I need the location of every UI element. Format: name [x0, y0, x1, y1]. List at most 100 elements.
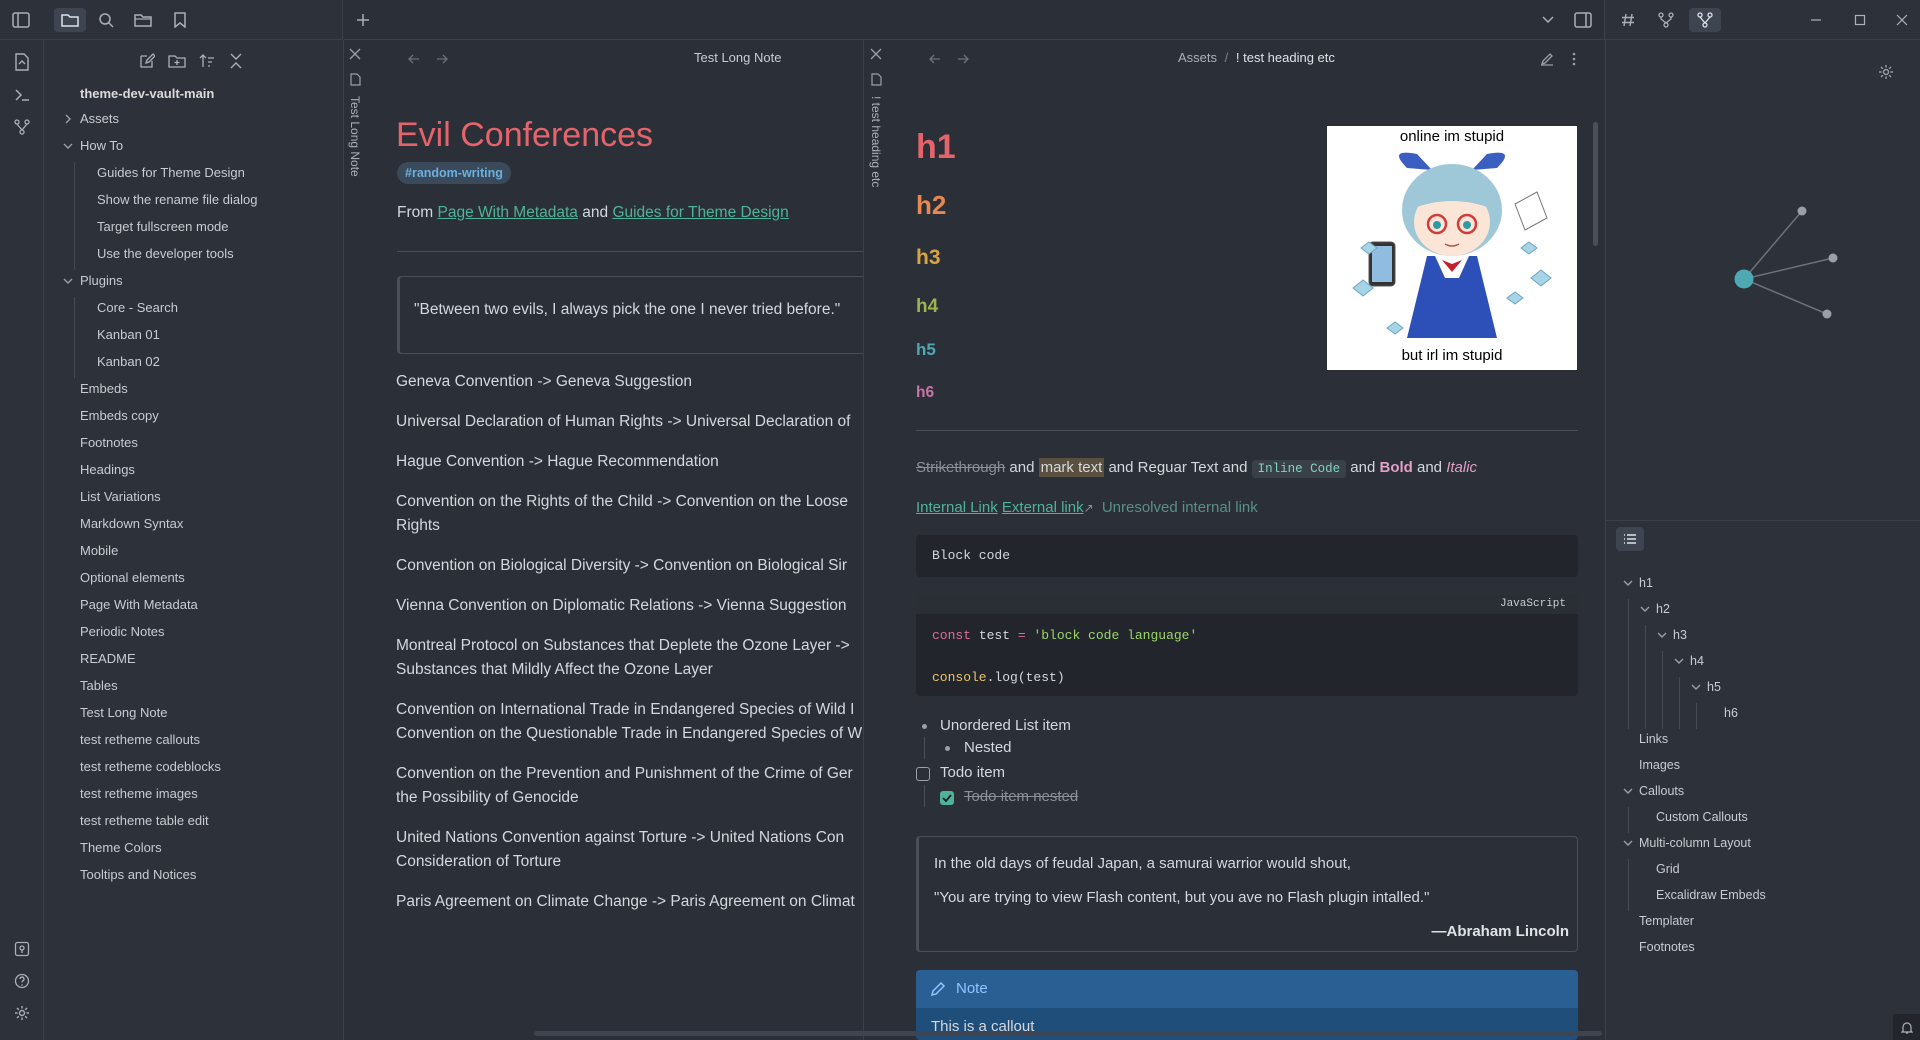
maximize-icon[interactable]	[1847, 8, 1873, 32]
close-tab-icon[interactable]	[870, 48, 884, 62]
graph-node[interactable]	[1828, 253, 1838, 263]
file-item[interactable]: README	[80, 648, 136, 670]
outline-chevron-down-icon[interactable]	[1690, 677, 1702, 697]
outline-item[interactable]: Links	[1639, 729, 1668, 749]
open-switcher-icon[interactable]	[10, 50, 34, 74]
file-item[interactable]: Guides for Theme Design	[97, 162, 245, 184]
file-item[interactable]: Target fullscreen mode	[97, 216, 229, 238]
outline-item[interactable]: h2	[1656, 599, 1670, 619]
settings-icon[interactable]	[10, 1001, 34, 1025]
file-item[interactable]: Mobile	[80, 540, 118, 562]
folder-icon[interactable]	[130, 8, 156, 32]
outline-chevron-down-icon[interactable]	[1639, 599, 1651, 619]
outline-item[interactable]: Multi-column Layout	[1639, 833, 1751, 853]
graph-node[interactable]	[1822, 309, 1832, 319]
file-item[interactable]: Show the rename file dialog	[97, 189, 257, 211]
file-item[interactable]: Page With Metadata	[80, 594, 198, 616]
folder-item[interactable]: Plugins	[80, 270, 123, 292]
chevron-down-icon[interactable]	[1535, 8, 1561, 32]
folder-item[interactable]: How To	[80, 135, 123, 157]
new-tab-icon[interactable]	[350, 8, 376, 32]
stacked-tab-test-heading[interactable]: ! test heading etc	[865, 40, 885, 1040]
todo-checkbox-checked[interactable]	[940, 791, 954, 805]
vault-switcher-icon[interactable]	[10, 937, 34, 961]
file-item[interactable]: test retheme images	[80, 783, 198, 805]
file-item[interactable]: Headings	[80, 459, 135, 481]
file-item[interactable]: test retheme table edit	[80, 810, 209, 832]
folder-item[interactable]: Assets	[80, 108, 119, 130]
minimize-icon[interactable]	[1803, 8, 1829, 32]
todo-checkbox[interactable]	[916, 767, 930, 781]
outline-item[interactable]: Excalidraw Embeds	[1656, 885, 1766, 905]
tree-chevron-down-icon[interactable]	[62, 270, 74, 292]
outline-item[interactable]: h1	[1639, 573, 1653, 593]
help-icon[interactable]	[10, 969, 34, 993]
file-item[interactable]: test retheme codeblocks	[80, 756, 221, 778]
graph-node[interactable]	[1797, 206, 1807, 216]
outline-item[interactable]: Templater	[1639, 911, 1694, 931]
link-page-with-metadata[interactable]: Page With Metadata	[437, 204, 577, 221]
outline-item[interactable]: Grid	[1656, 859, 1680, 879]
file-item[interactable]: Footnotes	[80, 432, 138, 454]
file-item[interactable]: Use the developer tools	[97, 243, 234, 265]
file-item[interactable]: Kanban 02	[97, 351, 160, 373]
new-note-icon[interactable]	[136, 50, 158, 72]
file-item[interactable]: Markdown Syntax	[80, 513, 183, 535]
file-item[interactable]: List Variations	[80, 486, 161, 508]
unresolved-link[interactable]: Unresolved internal link	[1102, 499, 1258, 516]
outline-item[interactable]: h4	[1690, 651, 1704, 671]
link-guides-for-theme-design[interactable]: Guides for Theme Design	[612, 204, 788, 221]
forward-arrow-icon[interactable]	[953, 48, 973, 70]
file-item[interactable]: Optional elements	[80, 567, 185, 589]
outline-list-icon[interactable]	[1616, 527, 1644, 551]
outline-item[interactable]: h6	[1724, 703, 1738, 723]
files-tab-icon[interactable]	[54, 8, 86, 32]
tree-chevron-down-icon[interactable]	[62, 135, 74, 157]
back-arrow-icon[interactable]	[404, 48, 424, 70]
file-item[interactable]: Tooltips and Notices	[80, 864, 196, 886]
tag-pill[interactable]: #random-writing	[397, 162, 511, 184]
outline-item[interactable]: h3	[1673, 625, 1687, 645]
new-folder-icon[interactable]	[166, 50, 188, 72]
outline-item[interactable]: h5	[1707, 677, 1721, 697]
external-link[interactable]: External link	[1002, 499, 1084, 516]
outline-chevron-down-icon[interactable]	[1622, 573, 1634, 593]
back-arrow-icon[interactable]	[925, 48, 945, 70]
outline-item[interactable]: Callouts	[1639, 781, 1684, 801]
file-item[interactable]: Theme Colors	[80, 837, 162, 859]
file-item[interactable]: Tables	[80, 675, 118, 697]
graph-view-icon[interactable]	[1689, 8, 1721, 32]
backlinks-icon[interactable]	[1653, 8, 1679, 32]
outline-item[interactable]: Footnotes	[1639, 937, 1695, 957]
graph-canvas[interactable]	[1606, 40, 1920, 520]
tree-chevron-right-icon[interactable]	[62, 108, 74, 130]
file-item[interactable]: Embeds copy	[80, 405, 159, 427]
stacked-tab-test-long-note[interactable]: Test Long Note	[344, 40, 364, 1040]
sort-icon[interactable]	[196, 50, 218, 72]
close-tab-icon[interactable]	[349, 48, 363, 62]
file-item[interactable]: Embeds	[80, 378, 128, 400]
close-window-icon[interactable]	[1889, 8, 1915, 32]
outline-chevron-down-icon[interactable]	[1673, 651, 1685, 671]
scrollbar-thumb[interactable]	[1593, 122, 1598, 246]
outline-chevron-down-icon[interactable]	[1656, 625, 1668, 645]
sidebar-toggle-icon[interactable]	[8, 8, 34, 32]
right-sidebar-toggle-icon[interactable]	[1570, 8, 1596, 32]
file-item[interactable]: Core - Search	[97, 297, 178, 319]
collapse-all-icon[interactable]	[225, 50, 247, 72]
file-item[interactable]: Test Long Note	[80, 702, 167, 724]
notification-bell-icon[interactable]	[1893, 1014, 1920, 1040]
horizontal-scrollbar[interactable]	[534, 1031, 1602, 1036]
outline-item[interactable]: Custom Callouts	[1656, 807, 1748, 827]
file-item[interactable]: Kanban 01	[97, 324, 160, 346]
outline-chevron-down-icon[interactable]	[1622, 833, 1634, 853]
outline-chevron-down-icon[interactable]	[1622, 781, 1634, 801]
tags-icon[interactable]	[1615, 8, 1641, 32]
command-palette-icon[interactable]	[10, 83, 34, 107]
bookmark-icon[interactable]	[167, 8, 193, 32]
search-icon[interactable]	[93, 8, 119, 32]
breadcrumb-parent[interactable]: Assets	[1178, 50, 1217, 65]
file-item[interactable]: Periodic Notes	[80, 621, 165, 643]
forward-arrow-icon[interactable]	[432, 48, 452, 70]
internal-link[interactable]: Internal Link	[916, 499, 998, 516]
